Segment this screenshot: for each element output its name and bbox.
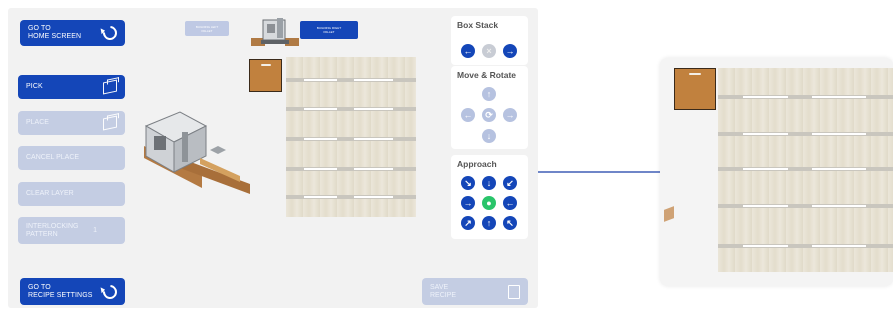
- left-pallet-label: BUILDING LEFT PALLET: [195, 24, 219, 33]
- arrow-right-icon[interactable]: →: [503, 44, 517, 58]
- pallet-gap: [286, 167, 416, 171]
- arrow-left-icon[interactable]: ←: [461, 108, 475, 122]
- refresh-icon: [100, 23, 120, 43]
- carton-box[interactable]: [249, 59, 282, 92]
- right-pallet-label: BUILDING RIGHT PALLET: [316, 26, 342, 34]
- left-pallet-tag[interactable]: BUILDING LEFT PALLET: [185, 21, 229, 36]
- interlocking-label: INTERLOCKING PATTERN: [26, 222, 79, 238]
- arrow-down-left-icon[interactable]: ↙: [503, 176, 517, 190]
- place-label: PLACE: [26, 119, 49, 126]
- approach-title: Approach: [457, 159, 497, 169]
- place-button[interactable]: PLACE: [18, 111, 125, 135]
- clear-layer-label: CLEAR LAYER: [26, 190, 74, 197]
- arrow-right-icon[interactable]: →: [503, 108, 517, 122]
- arrow-right-icon[interactable]: →: [461, 196, 475, 210]
- move-rotate-title: Move & Rotate: [457, 70, 517, 80]
- interlocking-value: 1: [93, 226, 97, 234]
- zoomed-pallet-view: [660, 58, 893, 286]
- clear-layer-button[interactable]: CLEAR LAYER: [18, 182, 125, 206]
- pallet-gap: [286, 78, 416, 82]
- zoom-connector-line: [538, 171, 668, 173]
- pick-button[interactable]: PICK: [18, 75, 125, 99]
- box-icon: [103, 79, 117, 95]
- arrow-left-icon[interactable]: ←: [503, 196, 517, 210]
- refresh-icon: [100, 281, 120, 302]
- carton-handle: [689, 73, 701, 75]
- pallet-gap: [718, 132, 893, 136]
- pallet-gap: [718, 204, 893, 208]
- arrow-up-right-icon[interactable]: ↗: [461, 216, 475, 230]
- pallet-gap: [718, 244, 893, 248]
- move-rotate-panel: Move & Rotate ↑ ← ⟳ → ↓: [451, 66, 528, 149]
- zoomed-pallet-top-view: [718, 68, 893, 272]
- arrow-down-icon[interactable]: ↓: [482, 129, 496, 143]
- box-stack-panel: Box Stack ← × →: [451, 16, 528, 65]
- pick-label: PICK: [26, 83, 43, 90]
- robot-cell-illustration: [144, 111, 250, 194]
- rotate-icon[interactable]: ⟳: [482, 108, 496, 122]
- stage: GO TO HOME SCREEN BUILDING LEFT PALLET B…: [0, 0, 893, 310]
- right-pallet-tag[interactable]: BUILDING RIGHT PALLET: [300, 21, 358, 39]
- pallet-gap: [286, 137, 416, 141]
- approach-panel: Approach ↘ ↓ ↙ → ● ← ↗ ↑ ↖: [451, 155, 528, 239]
- close-icon[interactable]: ×: [482, 44, 496, 58]
- arrow-up-left-icon[interactable]: ↖: [503, 216, 517, 230]
- pallet-gap: [286, 195, 416, 199]
- arrow-down-right-icon[interactable]: ↘: [461, 176, 475, 190]
- clipboard-icon: [508, 284, 520, 299]
- cancel-place-button[interactable]: CANCEL PLACE: [18, 146, 125, 170]
- zoomed-carton-box[interactable]: [674, 68, 716, 110]
- save-recipe-label: SAVE RECIPE: [430, 283, 457, 299]
- box-stack-title: Box Stack: [457, 20, 499, 30]
- home-screen-button[interactable]: GO TO HOME SCREEN: [20, 20, 125, 46]
- home-screen-label: GO TO HOME SCREEN: [28, 25, 82, 40]
- arrow-left-icon[interactable]: ←: [461, 44, 475, 58]
- pallet-top-view: [286, 57, 416, 217]
- cancel-place-label: CANCEL PLACE: [26, 154, 80, 161]
- arrow-up-icon[interactable]: ↑: [482, 87, 496, 101]
- pallet-gap: [718, 95, 893, 99]
- approach-center-icon[interactable]: ●: [482, 196, 496, 210]
- interlocking-pattern-button[interactable]: INTERLOCKING PATTERN 1: [18, 217, 125, 244]
- recipe-settings-label: GO TO RECIPE SETTINGS: [28, 283, 93, 299]
- pallet-gap: [286, 107, 416, 111]
- save-recipe-button[interactable]: SAVE RECIPE: [422, 278, 528, 305]
- box-icon: [103, 115, 117, 131]
- recipe-settings-button[interactable]: GO TO RECIPE SETTINGS: [20, 278, 125, 305]
- robot-thumbnail: [251, 18, 299, 46]
- palletizer-screen: GO TO HOME SCREEN BUILDING LEFT PALLET B…: [8, 8, 538, 308]
- pallet-gap: [718, 167, 893, 171]
- arrow-up-icon[interactable]: ↑: [482, 216, 496, 230]
- arrow-down-icon[interactable]: ↓: [482, 176, 496, 190]
- partial-robot-edge: [664, 206, 674, 222]
- carton-handle: [260, 64, 271, 66]
